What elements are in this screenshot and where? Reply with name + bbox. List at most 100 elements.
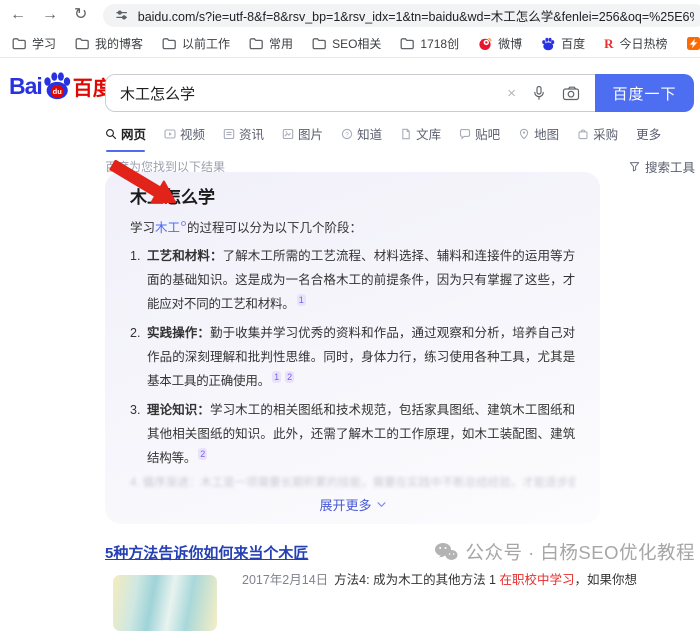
faded-truncated-line: 4. 循序渐进：木工是一项需要长期积累的技能，需要在实践中不断总结经验，才能逐步… <box>130 475 575 491</box>
item-text: 学习木工的相关图纸和技术规范，包括家具图纸、建筑木工图纸和其他相关图纸的知识。此… <box>147 403 575 465</box>
address-bar[interactable]: baidu.com/s?ie=utf-8&f=8&rsv_bp=1&rsv_id… <box>103 4 700 27</box>
bookmark-folder-changyong[interactable]: 常用 <box>249 35 293 52</box>
result-thumbnail[interactable] <box>113 575 217 631</box>
reload-icon[interactable]: ↻ <box>74 7 87 23</box>
list-item: 3. 理论知识：学习木工的相关图纸和技术规范，包括家具图纸、建筑木工图纸和其他相… <box>130 398 575 470</box>
bookmark-folder-myblog[interactable]: 我的博客 <box>75 35 143 52</box>
bookmark-label: 我的博客 <box>95 35 143 52</box>
wechat-icon <box>434 542 458 562</box>
image-icon <box>282 128 294 140</box>
item-heading: 理论知识： <box>147 403 210 417</box>
camera-icon[interactable] <box>562 85 580 101</box>
search-button[interactable]: 百度一下 <box>595 74 694 112</box>
item-heading: 工艺和材料： <box>147 249 223 263</box>
tab-label: 图片 <box>298 124 323 143</box>
answer-title: 木工怎么学 <box>130 187 575 208</box>
list-item: 2. 实践操作：勤于收集并学习优秀的资料和作品，通过观察和分析，培养自己对作品的… <box>130 321 575 393</box>
reference-badge[interactable]: 2 <box>198 448 207 460</box>
tab-zhidao[interactable]: ? 知道 <box>341 124 382 145</box>
bag-icon <box>577 128 589 140</box>
tab-news[interactable]: 资讯 <box>223 124 264 145</box>
bookmark-xinbang[interactable]: 新榜 <box>687 35 700 52</box>
list-item: 1. 工艺和材料：了解木工所需的工艺流程、材料选择、辅料和连接件的运用等方面的基… <box>130 244 575 316</box>
organic-result: 5种方法告诉你如何来当个木匠 公众号 · 白杨SEO优化教程 2017年2月14… <box>105 539 695 602</box>
search-input[interactable]: 木工怎么学 × <box>105 74 595 112</box>
tab-label: 更多 <box>636 124 661 143</box>
bookmarks-bar: 学习 我的博客 以前工作 常用 SEO相关 1718创 微博 百度 R 今日热榜… <box>0 30 700 58</box>
result-date: 2017年2月14日 <box>242 573 328 587</box>
bookmark-label: 微博 <box>498 35 522 52</box>
xinbang-icon <box>687 37 700 50</box>
search-tools-label: 搜索工具 <box>645 157 695 176</box>
expand-more-button[interactable]: 展开更多 <box>130 495 575 514</box>
tab-label: 网页 <box>121 124 146 143</box>
folder-icon <box>12 37 26 50</box>
reference-badge[interactable]: 1 <box>297 294 306 306</box>
site-settings-icon <box>115 8 128 22</box>
tab-label: 视频 <box>180 124 205 143</box>
tab-label: 知道 <box>357 124 382 143</box>
folder-icon <box>400 37 414 50</box>
search-query-text: 木工怎么学 <box>106 83 507 104</box>
search-tools-button[interactable]: 搜索工具 <box>629 157 695 176</box>
intro-entity-link[interactable]: 木工 <box>155 221 180 235</box>
funnel-icon <box>629 161 640 172</box>
tab-video[interactable]: 视频 <box>164 124 205 145</box>
baidu-paw-icon: du <box>42 71 72 101</box>
reference-badge[interactable]: 1 <box>272 371 281 383</box>
folder-icon <box>249 37 263 50</box>
expand-more-label: 展开更多 <box>319 495 371 514</box>
clear-icon[interactable]: × <box>507 85 516 102</box>
snippet-keyword-red: 在职校中学习 <box>499 573 574 587</box>
tab-images[interactable]: 图片 <box>282 124 323 145</box>
bookmark-folder-1718[interactable]: 1718创 <box>400 35 459 52</box>
news-icon <box>223 128 235 140</box>
bookmark-label: 百度 <box>561 35 585 52</box>
bookmark-label: 1718创 <box>420 35 459 52</box>
folder-icon <box>162 37 176 50</box>
tab-label: 贴吧 <box>475 124 500 143</box>
mic-icon[interactable] <box>531 85 547 101</box>
bookmark-label: 常用 <box>269 35 293 52</box>
video-icon <box>164 128 176 140</box>
ai-answer-card: 木工怎么学 学习木工的过程可以分为以下几个阶段： 1. 工艺和材料：了解木工所需… <box>105 172 600 524</box>
answer-list: 1. 工艺和材料：了解木工所需的工艺流程、材料选择、辅料和连接件的运用等方面的基… <box>130 244 575 470</box>
reference-badge[interactable]: 2 <box>285 371 294 383</box>
folder-icon <box>312 37 326 50</box>
result-title-link[interactable]: 5种方法告诉你如何来当个木匠 <box>105 542 308 563</box>
bookmark-label: 今日热榜 <box>620 35 668 52</box>
folder-icon <box>75 37 89 50</box>
forward-icon[interactable]: → <box>42 7 58 23</box>
baidu-logo[interactable]: Bai du 百度 <box>9 71 113 101</box>
vertical-tabs: 网页 视频 资讯 图片 ? 知道 文库 贴吧 地图 采购 更多 <box>105 124 661 145</box>
tab-caigou[interactable]: 采购 <box>577 124 618 145</box>
tab-map[interactable]: 地图 <box>518 124 559 145</box>
item-number: 2. <box>130 321 147 393</box>
bookmark-folder-xuexi[interactable]: 学习 <box>12 35 56 52</box>
tieba-icon <box>459 128 471 140</box>
rebang-r-icon: R <box>604 37 613 50</box>
answer-intro: 学习木工的过程可以分为以下几个阶段： <box>130 217 575 239</box>
tab-webpage[interactable]: 网页 <box>105 124 146 145</box>
entity-ring-icon <box>181 221 186 226</box>
tab-tieba[interactable]: 贴吧 <box>459 124 500 145</box>
tab-wenku[interactable]: 文库 <box>400 124 441 145</box>
question-icon: ? <box>341 128 353 140</box>
item-number: 3. <box>130 398 147 470</box>
result-snippet: 2017年2月14日方法4: 成为木工的其他方法 1 在职校中学习，如果你想 <box>242 572 695 589</box>
bookmark-jinrirebang[interactable]: R 今日热榜 <box>604 35 667 52</box>
back-icon[interactable]: ← <box>10 7 26 23</box>
bookmark-weibo[interactable]: 微博 <box>478 35 522 52</box>
url-text: baidu.com/s?ie=utf-8&f=8&rsv_bp=1&rsv_id… <box>138 6 694 25</box>
bookmark-label: 以前工作 <box>182 35 230 52</box>
tab-more[interactable]: 更多 <box>636 124 661 145</box>
map-pin-icon <box>518 128 530 140</box>
tab-label: 资讯 <box>239 124 264 143</box>
search-results-page: Bai du 百度 木工怎么学 × 百度一下 网页 视频 <box>0 58 700 582</box>
bookmark-baidu[interactable]: 百度 <box>541 35 585 52</box>
watermark: 公众号 · 白杨SEO优化教程 <box>434 539 695 565</box>
chevron-down-icon <box>377 502 386 508</box>
bookmark-folder-seo[interactable]: SEO相关 <box>312 35 381 52</box>
intro-suffix: 的过程可以分为以下几个阶段： <box>187 221 362 235</box>
bookmark-folder-oldwork[interactable]: 以前工作 <box>162 35 230 52</box>
